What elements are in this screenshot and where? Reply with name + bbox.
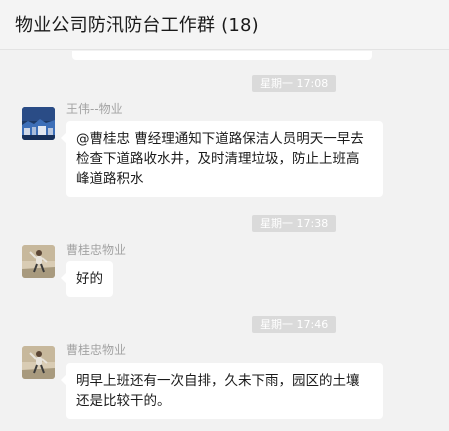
group-title[interactable]: 物业公司防汛防台工作群 (18) xyxy=(15,11,259,37)
timestamp: 星期一 17:08 xyxy=(252,75,337,92)
message-text: 明早上班还有一次自排，久未下雨，园区的土壤 xyxy=(76,373,360,389)
timestamp: 星期一 17:38 xyxy=(252,215,337,232)
avatar[interactable] xyxy=(22,107,55,140)
message-text: 还是比较干的。 xyxy=(76,393,171,409)
sender-name[interactable]: 王伟--物业 xyxy=(66,100,123,117)
sender-name[interactable]: 曹桂忠物业 xyxy=(66,341,126,358)
chat-header: 物业公司防汛防台工作群 (18) xyxy=(0,0,449,50)
person-photo-avatar-icon xyxy=(22,346,55,379)
message-bubble[interactable]: 好的 xyxy=(61,261,113,297)
message-text: 检查下道路收水井，及时清理垃圾，防止上班高 xyxy=(76,151,360,167)
message-text: @曹桂忠 曹经理通知下道路保洁人员明天一早去 xyxy=(76,131,364,147)
timestamp: 星期一 17:46 xyxy=(252,316,337,333)
person-photo-avatar-icon xyxy=(22,245,55,278)
message-bubble[interactable]: @曹桂忠 曹经理通知下道路保洁人员明天一早去 检查下道路收水井，及时清理垃圾，防… xyxy=(61,121,383,197)
message-list[interactable]: 星期一 17:08 王伟--物业 @曹桂忠 曹经理通知下道路保洁人员明天一早去 … xyxy=(0,51,449,431)
avatar[interactable] xyxy=(22,245,55,278)
previous-message-bubble[interactable] xyxy=(72,51,372,60)
message-text: 峰道路积水 xyxy=(76,171,144,187)
message-text: 好的 xyxy=(76,271,103,287)
sender-name[interactable]: 曹桂忠物业 xyxy=(66,241,126,258)
message-bubble[interactable]: 明早上班还有一次自排，久未下雨，园区的土壤 还是比较干的。 xyxy=(61,363,383,419)
avatar[interactable] xyxy=(22,346,55,379)
city-landscape-avatar-icon xyxy=(22,107,55,140)
